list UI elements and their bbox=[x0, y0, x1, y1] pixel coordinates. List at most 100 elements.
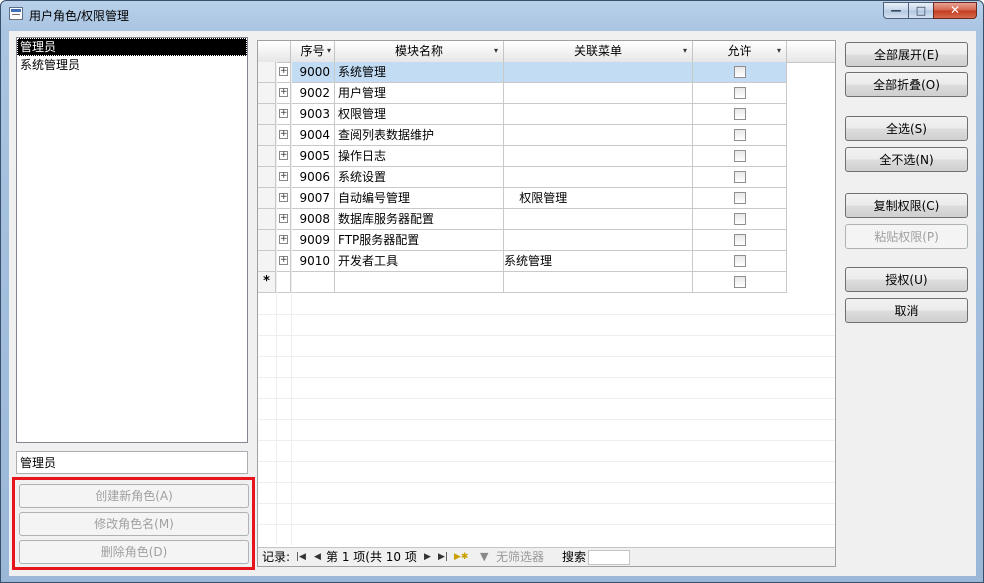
last-record-icon[interactable]: ▶| bbox=[438, 548, 448, 566]
maximize-button[interactable]: □ bbox=[908, 2, 934, 19]
cell-name[interactable]: 权限管理 bbox=[335, 104, 504, 125]
cell-name[interactable]: 自动编号管理 bbox=[335, 188, 504, 209]
cancel-button[interactable]: 取消 bbox=[845, 298, 968, 323]
expand-icon[interactable]: + bbox=[279, 109, 288, 118]
column-header-menu[interactable]: 关联菜单 ▾ bbox=[504, 41, 693, 62]
allow-checkbox[interactable] bbox=[734, 234, 746, 246]
create-role-button[interactable]: 创建新角色(A) bbox=[19, 484, 249, 508]
cell-name[interactable]: 数据库服务器配置 bbox=[335, 209, 504, 230]
cell-num[interactable]: 9002 bbox=[291, 83, 335, 104]
role-list[interactable]: 管理员 系统管理员 bbox=[16, 37, 248, 443]
filter-label[interactable]: 无筛选器 bbox=[496, 548, 544, 566]
role-name-field[interactable] bbox=[16, 451, 248, 474]
cell-num[interactable]: 9008 bbox=[291, 209, 335, 230]
cell-num[interactable]: 9009 bbox=[291, 230, 335, 251]
allow-checkbox[interactable] bbox=[734, 150, 746, 162]
allow-checkbox[interactable] bbox=[734, 276, 746, 288]
table-row[interactable]: + 9005 操作日志 bbox=[258, 146, 835, 167]
column-header-allow[interactable]: 允许 ▾ bbox=[693, 41, 787, 62]
row-selector[interactable] bbox=[258, 62, 276, 83]
cell-menu[interactable] bbox=[504, 83, 693, 104]
select-all-button[interactable]: 全选(S) bbox=[845, 116, 968, 141]
new-record-icon[interactable]: ▶✱ bbox=[454, 548, 468, 566]
expand-all-button[interactable]: 全部展开(E) bbox=[845, 42, 968, 67]
allow-checkbox[interactable] bbox=[734, 192, 746, 204]
table-row[interactable]: + 9003 权限管理 bbox=[258, 104, 835, 125]
cell-menu[interactable]: 系统管理 bbox=[504, 251, 693, 272]
cell-num[interactable]: 9004 bbox=[291, 125, 335, 146]
cell-num[interactable] bbox=[291, 272, 335, 293]
row-selector[interactable] bbox=[258, 104, 276, 125]
expand-icon[interactable]: + bbox=[279, 151, 288, 160]
paste-permissions-button[interactable]: 粘贴权限(P) bbox=[845, 224, 968, 249]
expand-icon[interactable]: + bbox=[279, 235, 288, 244]
cell-num[interactable]: 9003 bbox=[291, 104, 335, 125]
cell-menu[interactable] bbox=[504, 209, 693, 230]
next-record-icon[interactable]: ▶ bbox=[424, 548, 431, 566]
cell-name[interactable]: 系统管理 bbox=[335, 62, 504, 83]
row-selector[interactable] bbox=[258, 209, 276, 230]
allow-checkbox[interactable] bbox=[734, 255, 746, 267]
cell-menu[interactable] bbox=[504, 167, 693, 188]
row-selector[interactable] bbox=[258, 230, 276, 251]
delete-role-button[interactable]: 删除角色(D) bbox=[19, 540, 249, 564]
allow-checkbox[interactable] bbox=[734, 66, 746, 78]
table-row[interactable]: + 9006 系统设置 bbox=[258, 167, 835, 188]
cell-num[interactable]: 9010 bbox=[291, 251, 335, 272]
cell-menu[interactable] bbox=[504, 125, 693, 146]
copy-permissions-button[interactable]: 复制权限(C) bbox=[845, 193, 968, 218]
row-selector[interactable] bbox=[258, 125, 276, 146]
cell-menu[interactable] bbox=[504, 62, 693, 83]
row-selector[interactable] bbox=[258, 188, 276, 209]
table-row[interactable]: + 9000 系统管理 bbox=[258, 62, 835, 83]
expand-icon[interactable]: + bbox=[279, 172, 288, 181]
cell-menu[interactable] bbox=[504, 272, 693, 293]
table-row[interactable]: + 9008 数据库服务器配置 bbox=[258, 209, 835, 230]
cell-name[interactable]: 操作日志 bbox=[335, 146, 504, 167]
role-item-system-admin[interactable]: 系统管理员 bbox=[17, 56, 247, 74]
allow-checkbox[interactable] bbox=[734, 129, 746, 141]
cell-num[interactable]: 9007 bbox=[291, 188, 335, 209]
rename-role-button[interactable]: 修改角色名(M) bbox=[19, 512, 249, 536]
allow-checkbox[interactable] bbox=[734, 108, 746, 120]
cell-name[interactable]: FTP服务器配置 bbox=[335, 230, 504, 251]
allow-checkbox[interactable] bbox=[734, 213, 746, 225]
allow-checkbox[interactable] bbox=[734, 171, 746, 183]
expand-icon[interactable]: + bbox=[279, 88, 288, 97]
grant-button[interactable]: 授权(U) bbox=[845, 267, 968, 292]
select-none-button[interactable]: 全不选(N) bbox=[845, 147, 968, 172]
cell-menu[interactable] bbox=[504, 146, 693, 167]
cell-num[interactable]: 9000 bbox=[291, 62, 335, 83]
table-row[interactable]: + 9004 查阅列表数据维护 bbox=[258, 125, 835, 146]
expand-icon[interactable]: + bbox=[279, 193, 288, 202]
prev-record-icon[interactable]: ◀ bbox=[314, 548, 321, 566]
row-selector[interactable] bbox=[258, 251, 276, 272]
expand-icon[interactable]: + bbox=[279, 214, 288, 223]
cell-menu[interactable] bbox=[504, 230, 693, 251]
allow-checkbox[interactable] bbox=[734, 87, 746, 99]
record-position[interactable]: 第 1 项(共 10 项 bbox=[326, 548, 417, 566]
minimize-button[interactable]: — bbox=[883, 2, 909, 19]
cell-name[interactable] bbox=[335, 272, 504, 293]
cell-menu[interactable] bbox=[504, 104, 693, 125]
cell-num[interactable]: 9005 bbox=[291, 146, 335, 167]
expand-icon[interactable]: + bbox=[279, 130, 288, 139]
row-selector[interactable] bbox=[258, 146, 276, 167]
new-record-row[interactable]: * bbox=[258, 272, 835, 293]
cell-name[interactable]: 开发者工具 bbox=[335, 251, 504, 272]
expand-icon[interactable]: + bbox=[279, 67, 288, 76]
table-row[interactable]: + 9007 自动编号管理 权限管理 bbox=[258, 188, 835, 209]
row-selector[interactable] bbox=[258, 167, 276, 188]
search-input[interactable] bbox=[588, 550, 630, 565]
first-record-icon[interactable]: |◀ bbox=[296, 548, 306, 566]
table-row[interactable]: + 9009 FTP服务器配置 bbox=[258, 230, 835, 251]
row-selector[interactable] bbox=[258, 83, 276, 104]
table-row[interactable]: + 9010 开发者工具 系统管理 bbox=[258, 251, 835, 272]
cell-num[interactable]: 9006 bbox=[291, 167, 335, 188]
cell-name[interactable]: 查阅列表数据维护 bbox=[335, 125, 504, 146]
role-item-admin[interactable]: 管理员 bbox=[17, 38, 247, 56]
cell-name[interactable]: 用户管理 bbox=[335, 83, 504, 104]
close-button[interactable]: ✕ bbox=[933, 2, 977, 19]
select-all-corner[interactable] bbox=[258, 41, 291, 62]
column-header-name[interactable]: 模块名称 ▾ bbox=[335, 41, 504, 62]
